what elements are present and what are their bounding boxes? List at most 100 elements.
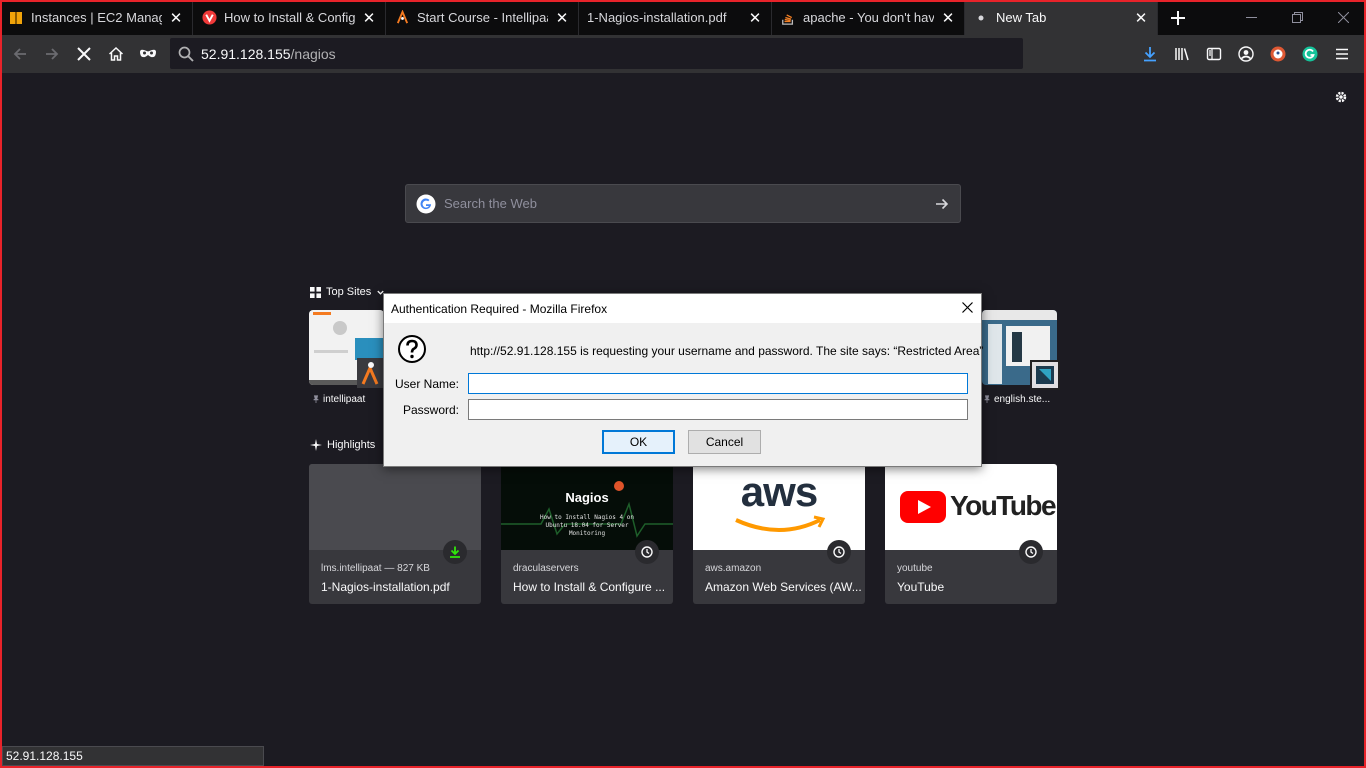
library-button[interactable] (1166, 38, 1198, 70)
menu-button[interactable] (1326, 38, 1358, 70)
url-path: /nagios (290, 45, 336, 62)
grid-icon (310, 286, 321, 298)
question-mark-icon (397, 334, 427, 364)
vivaldi-icon (201, 10, 217, 26)
forward-button[interactable] (36, 38, 68, 70)
pin-icon (984, 395, 990, 404)
card-title: Amazon Web Services (AW... (705, 580, 862, 594)
intellipaat-drag-thumbnail (357, 358, 383, 388)
username-field[interactable] (468, 373, 968, 394)
dialog-message: http://52.91.128.155 is requesting your … (470, 344, 984, 358)
close-tab-icon[interactable]: ✕ (940, 10, 956, 27)
ok-button[interactable]: OK (602, 430, 675, 454)
dialog-title: Authentication Required - Mozilla Firefo… (391, 301, 608, 316)
restore-icon (1291, 12, 1303, 23)
hamburger-menu-icon (1336, 48, 1348, 60)
highlight-card[interactable]: YouTube youtube YouTube (885, 464, 1057, 604)
restore-button[interactable] (1274, 0, 1320, 35)
sidebar-button[interactable] (1198, 38, 1230, 70)
private-mask-button[interactable] (132, 38, 164, 70)
sidebar-icon (1206, 47, 1222, 61)
account-icon (1238, 46, 1254, 62)
jetbrains-logo-icon (1036, 366, 1054, 384)
tab-title: Start Course - Intellipaat (417, 10, 548, 25)
history-badge (827, 540, 851, 564)
plus-icon (1171, 10, 1185, 25)
card-source: lms.intellipaat — 827 KB (321, 563, 430, 574)
toolbar-right (1134, 38, 1358, 70)
close-tab-icon[interactable]: ✕ (554, 10, 570, 27)
url-bar[interactable]: 52.91.128.155/nagios (170, 38, 1023, 69)
stop-icon (77, 47, 91, 61)
password-label: Password: (402, 403, 459, 417)
tab-title: 1-Nagios-installation.pdf (587, 10, 727, 25)
pin-icon (313, 395, 319, 404)
tab-how-to-install[interactable]: How to Install & Configu ✕ (193, 0, 386, 35)
web-search-box[interactable]: Search the Web (405, 184, 961, 223)
dialog-titlebar: Authentication Required - Mozilla Firefo… (384, 294, 981, 323)
tab-apache[interactable]: apache - You don't have ✕ (772, 0, 965, 35)
duckduckgo-extension-button[interactable] (1262, 38, 1294, 70)
top-site-label: intellipaat (312, 394, 365, 405)
navigation-toolbar: 52.91.128.155/nagios (0, 35, 1366, 73)
highlight-card[interactable]: Nagios How to Install Nagios 4 on Ubuntu… (501, 464, 673, 604)
close-tab-icon[interactable]: ✕ (361, 10, 377, 27)
grammarly-extension-button[interactable] (1294, 38, 1326, 70)
tab-pdf[interactable]: 1-Nagios-installation.pdf ✕ (579, 0, 772, 35)
clock-icon (1025, 546, 1037, 558)
search-go-arrow-icon[interactable] (934, 196, 950, 212)
google-icon (416, 194, 436, 213)
close-tab-icon[interactable]: ✕ (747, 10, 763, 27)
downloads-button[interactable] (1134, 38, 1166, 70)
cancel-button[interactable]: Cancel (688, 430, 761, 454)
close-tab-icon[interactable]: ✕ (168, 10, 184, 27)
dialog-close-button[interactable] (962, 300, 973, 317)
card-thumbnail: YouTube (885, 464, 1057, 550)
duckduckgo-icon (1270, 46, 1286, 62)
card-source: youtube (897, 563, 933, 574)
highlights-label: Highlights (327, 439, 376, 451)
card-title: YouTube (897, 580, 945, 594)
window-close-button[interactable] (1320, 0, 1366, 35)
download-icon (1144, 47, 1156, 62)
forward-arrow-icon (46, 48, 59, 60)
password-field[interactable] (468, 399, 968, 420)
download-badge (443, 540, 467, 564)
aws-logo-text: aws (740, 468, 818, 515)
close-tab-icon[interactable]: ✕ (1133, 10, 1149, 27)
minimize-icon (1245, 17, 1257, 18)
stop-loading-button[interactable] (68, 38, 100, 70)
download-icon (450, 546, 460, 558)
grammarly-icon (1302, 46, 1318, 62)
highlights-header[interactable]: Highlights (310, 439, 375, 451)
card-thumbnail (309, 464, 481, 550)
back-button[interactable] (4, 38, 36, 70)
highlight-card[interactable]: lms.intellipaat — 827 KB 1-Nagios-instal… (309, 464, 481, 604)
highlight-card[interactable]: aws aws.amazon Amazon Web Services (AW..… (693, 464, 865, 604)
minimize-button[interactable] (1228, 0, 1274, 35)
new-tab-button[interactable] (1158, 0, 1198, 35)
home-button[interactable] (100, 38, 132, 70)
status-text: 52.91.128.155 (6, 749, 83, 763)
gear-icon (1335, 91, 1347, 103)
top-sites-label: Top Sites (326, 286, 372, 298)
tab-new-tab[interactable]: New Tab ✕ (965, 0, 1158, 35)
clock-icon (641, 546, 653, 558)
tab-start-course[interactable]: Start Course - Intellipaat ✕ (386, 0, 579, 35)
card-thumbnail: aws (693, 464, 865, 550)
window-close-icon (1337, 12, 1349, 23)
tab-title: Instances | EC2 Managem (31, 10, 162, 25)
library-icon (1175, 48, 1189, 61)
tab-ec2-instances[interactable]: Instances | EC2 Managem ✕ (0, 0, 193, 35)
youtube-logo-text: YouTube (950, 490, 1057, 521)
tab-title: apache - You don't have (803, 10, 934, 25)
authentication-dialog: Authentication Required - Mozilla Firefo… (383, 293, 984, 467)
history-badge (1019, 540, 1043, 564)
intellipaat-icon (394, 10, 410, 26)
personalize-gear-button[interactable] (1334, 90, 1350, 106)
top-sites-header[interactable]: Top Sites (310, 286, 385, 298)
card-title: How to Install & Configure ... (513, 580, 666, 594)
username-label: User Name: (394, 377, 459, 391)
tab-strip: Instances | EC2 Managem ✕ How to Install… (0, 0, 1366, 35)
account-button[interactable] (1230, 38, 1262, 70)
